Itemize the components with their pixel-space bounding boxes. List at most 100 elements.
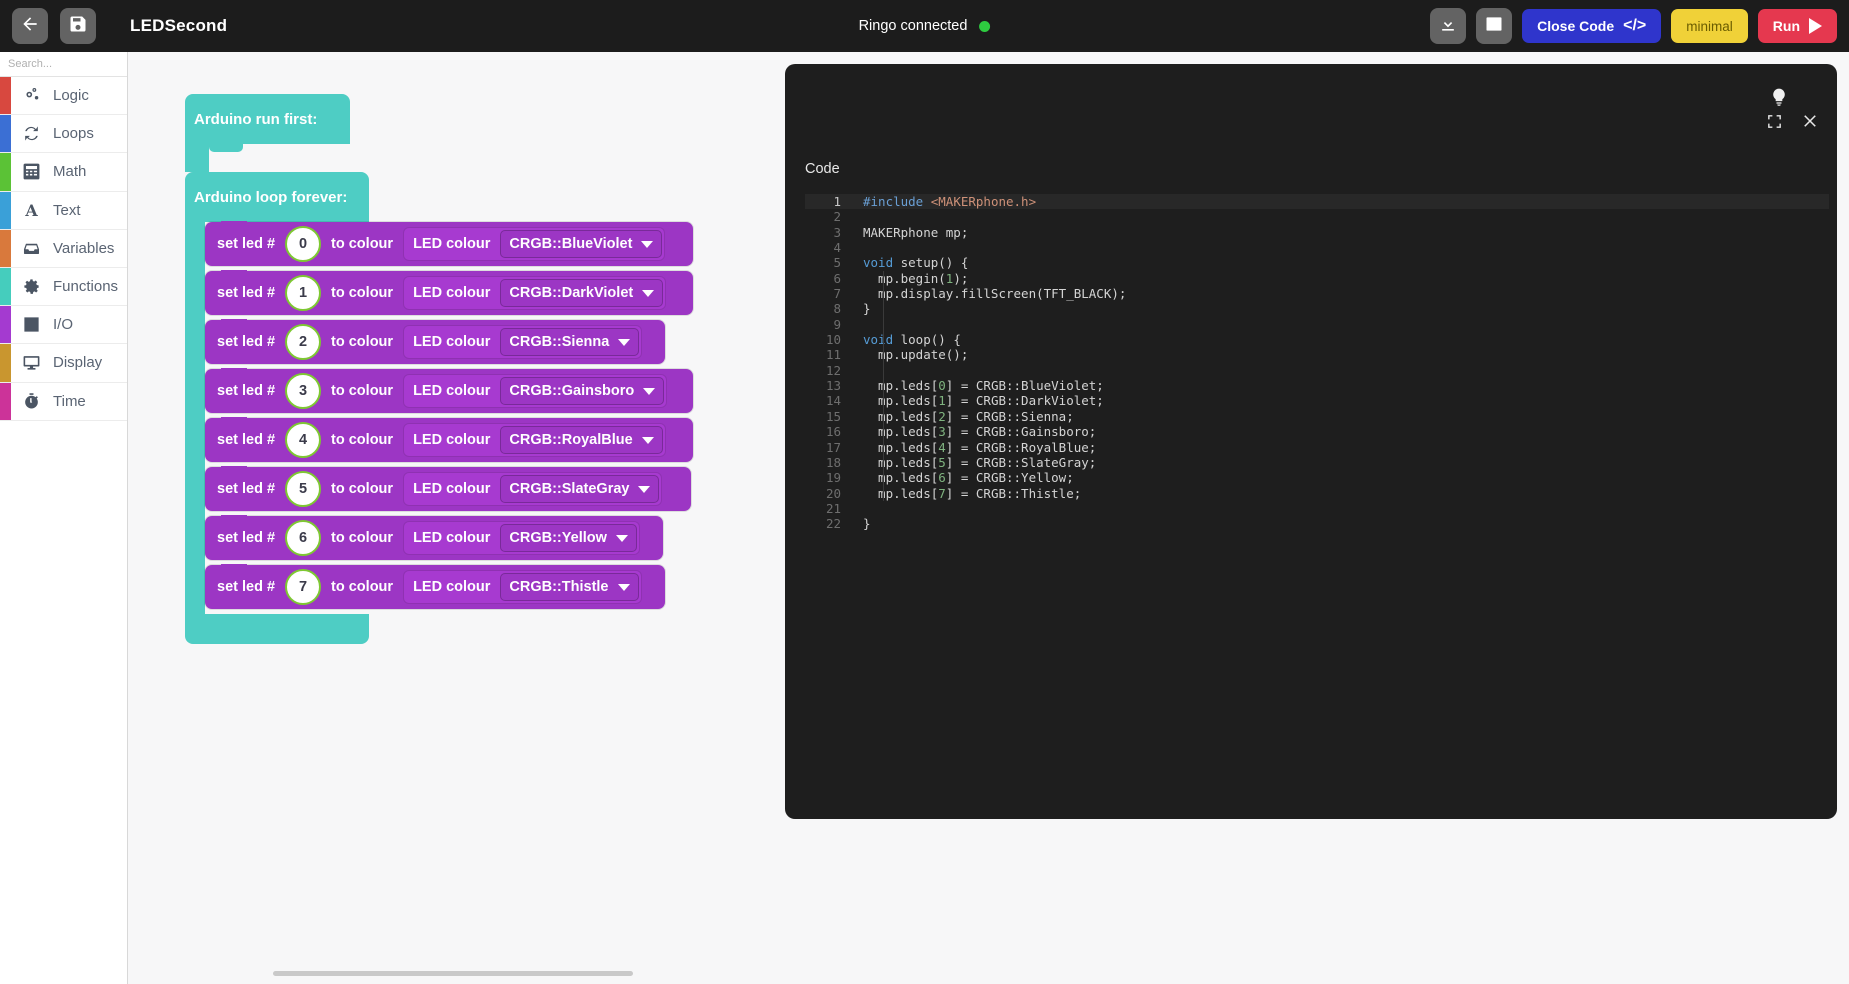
statement-list: set led #0 to colour LED colour CRGB::BlueV… bbox=[205, 221, 693, 614]
code-editor[interactable]: 1 #include <MAKERphone.h> 2 3 MAKERphone mp;… bbox=[805, 194, 1829, 811]
led-colour-label: LED colour bbox=[413, 383, 491, 399]
sidebar-item-label: Loops bbox=[53, 125, 94, 143]
inbox-icon bbox=[20, 239, 42, 258]
arduino-setup-block-header[interactable]: Arduino run first: bbox=[185, 94, 350, 144]
sidebar-item-functions[interactable]: Functions bbox=[0, 267, 127, 307]
code-line[interactable]: 17 mp.leds[4] = CRGB::RoyalBlue; bbox=[805, 440, 1829, 455]
led-colour-value-block[interactable]: LED colour CRGB::DarkViolet bbox=[403, 276, 667, 310]
led-index-field[interactable]: 2 bbox=[285, 324, 322, 360]
download-button[interactable] bbox=[1430, 8, 1467, 44]
close-code-button[interactable]: Close Code </> bbox=[1522, 9, 1662, 43]
led-colour-label: LED colour bbox=[413, 481, 491, 497]
arduino-loop-block-header[interactable]: Arduino loop forever: bbox=[185, 172, 369, 222]
run-button[interactable]: Run bbox=[1757, 9, 1837, 43]
led-index-field[interactable]: 5 bbox=[285, 471, 322, 507]
code-line[interactable]: 20 mp.leds[7] = CRGB::Thistle; bbox=[805, 486, 1829, 501]
led-colour-value-block[interactable]: LED colour CRGB::SlateGray bbox=[403, 472, 663, 506]
set-led-colour-block[interactable]: set led # 6 to colour LED colour CRGB::Yello… bbox=[205, 515, 663, 560]
code-line[interactable]: 18 mp.leds[5] = CRGB::SlateGray; bbox=[805, 455, 1829, 470]
chevron-down-icon bbox=[618, 338, 631, 346]
canvas-horizontal-scrollbar[interactable] bbox=[273, 971, 633, 976]
set-led-colour-block[interactable]: set led # 7 to colour LED colour CRGB::Thist… bbox=[205, 564, 665, 609]
sidebar-item-display[interactable]: Display bbox=[0, 344, 127, 383]
sidebar-item-time[interactable]: Time bbox=[0, 382, 127, 421]
code-line[interactable]: 7 mp.display.fillScreen(TFT_BLACK); bbox=[805, 286, 1829, 301]
code-line[interactable]: 2 bbox=[805, 209, 1829, 224]
led-colour-value-block[interactable]: LED colour CRGB::RoyalBlue bbox=[403, 423, 666, 457]
code-line[interactable]: 1 #include <MAKERphone.h> bbox=[805, 194, 1829, 210]
set-led-colour-block[interactable]: set led # 0 to colour LED colour CRGB::BlueV… bbox=[205, 221, 693, 266]
set-led-colour-block[interactable]: set led # 4 to colour LED colour CRGB::Royal… bbox=[205, 417, 693, 462]
colour-dropdown[interactable]: CRGB::BlueViolet bbox=[500, 230, 663, 258]
code-line[interactable]: 8} bbox=[805, 301, 1829, 316]
block-stack[interactable]: Arduino run first: Arduino loop forever:… bbox=[185, 94, 693, 644]
code-line[interactable]: 15 mp.leds[2] = CRGB::Sienna; bbox=[805, 409, 1829, 424]
led-index-field[interactable]: 0 bbox=[285, 226, 322, 262]
set-led-colour-block[interactable]: set led # 3 to colour LED colour CRGB::Gains… bbox=[205, 368, 693, 413]
fullscreen-icon[interactable] bbox=[1766, 113, 1783, 130]
led-colour-value-block[interactable]: LED colour CRGB::Yellow bbox=[403, 521, 640, 555]
bottom-panel-toggle-button[interactable] bbox=[1476, 8, 1513, 44]
code-panel-title: Code bbox=[805, 161, 840, 177]
code-panel: Code 1 #include <MAKERphone.h> 2 3 MAKERphon… bbox=[785, 64, 1837, 819]
code-line[interactable]: 3 MAKERphone mp; bbox=[805, 225, 1829, 240]
led-index-field[interactable]: 3 bbox=[285, 373, 322, 409]
sidebar-item-variables[interactable]: Variables bbox=[0, 229, 127, 268]
code-chevrons-icon: </> bbox=[1623, 17, 1647, 34]
colour-dropdown[interactable]: CRGB::Yellow bbox=[500, 524, 637, 552]
search-row[interactable] bbox=[0, 52, 162, 77]
code-line[interactable]: 4 bbox=[805, 240, 1829, 255]
colour-dropdown[interactable]: CRGB::SlateGray bbox=[500, 475, 660, 503]
set-led-colour-block[interactable]: set led # 1 to colour LED colour CRGB::DarkV… bbox=[205, 270, 693, 315]
code-line[interactable]: 22} bbox=[805, 516, 1829, 531]
colour-dropdown[interactable]: CRGB::DarkViolet bbox=[500, 279, 664, 307]
led-index-field[interactable]: 7 bbox=[285, 569, 322, 605]
lightbulb-icon[interactable] bbox=[1769, 86, 1789, 114]
back-button[interactable] bbox=[12, 8, 48, 44]
code-line[interactable]: 19 mp.leds[6] = CRGB::Yellow; bbox=[805, 470, 1829, 485]
code-line[interactable]: 14 mp.leds[1] = CRGB::DarkViolet; bbox=[805, 393, 1829, 408]
code-line[interactable]: 9 bbox=[805, 317, 1829, 332]
led-colour-value-block[interactable]: LED colour CRGB::Gainsboro bbox=[403, 374, 668, 408]
category-color-strip bbox=[0, 77, 11, 115]
colour-dropdown[interactable]: CRGB::Sienna bbox=[500, 328, 640, 356]
minimal-button[interactable]: minimal bbox=[1671, 9, 1748, 43]
code-line[interactable]: 13 mp.leds[0] = CRGB::BlueViolet; bbox=[805, 378, 1829, 393]
code-line[interactable]: 5 void setup() { bbox=[805, 255, 1829, 270]
category-color-strip bbox=[0, 306, 11, 344]
code-line-text: mp.leds[4] = CRGB::RoyalBlue; bbox=[863, 439, 1097, 455]
close-icon[interactable] bbox=[1801, 112, 1819, 130]
code-line[interactable]: 16 mp.leds[3] = CRGB::Gainsboro; bbox=[805, 424, 1829, 439]
colour-dropdown[interactable]: CRGB::Thistle bbox=[500, 573, 639, 601]
code-line[interactable]: 21 bbox=[805, 501, 1829, 516]
set-led-colour-block[interactable]: set led # 5 to colour LED colour CRGB::Slate… bbox=[205, 466, 691, 511]
led-index-field[interactable]: 4 bbox=[285, 422, 322, 458]
category-color-strip bbox=[0, 344, 11, 382]
led-index-field[interactable]: 1 bbox=[285, 275, 322, 311]
code-line[interactable]: 10 void loop() { bbox=[805, 332, 1829, 347]
save-button[interactable] bbox=[60, 8, 96, 44]
line-number: 9 bbox=[833, 316, 841, 332]
led-colour-value-block[interactable]: LED colour CRGB::Sienna bbox=[403, 325, 643, 359]
set-led-colour-block[interactable]: set led # 2 to colour LED colour CRGB::Sienn… bbox=[205, 319, 665, 364]
code-line-text: void setup() { bbox=[863, 255, 969, 271]
colour-dropdown[interactable]: CRGB::RoyalBlue bbox=[500, 426, 663, 454]
code-line[interactable]: 11 mp.update(); bbox=[805, 347, 1829, 362]
to-colour-label: to colour bbox=[331, 285, 394, 301]
led-index-field[interactable]: 6 bbox=[285, 520, 322, 556]
code-line[interactable]: 12 bbox=[805, 363, 1829, 378]
led-colour-value-block[interactable]: LED colour CRGB::BlueViolet bbox=[403, 227, 666, 261]
sidebar-item-text[interactable]: A Text bbox=[0, 191, 127, 230]
sidebar-item-logic[interactable]: Logic bbox=[0, 77, 127, 116]
minimal-label: minimal bbox=[1686, 18, 1733, 34]
line-number: 3 bbox=[833, 224, 841, 240]
colour-dropdown[interactable]: CRGB::Gainsboro bbox=[500, 377, 665, 405]
arduino-loop-block[interactable]: Arduino loop forever: set led # 0 to colou… bbox=[185, 172, 693, 644]
play-icon bbox=[1809, 18, 1822, 34]
sidebar-item-io[interactable]: I/O bbox=[0, 306, 127, 345]
sidebar-item-math[interactable]: Math bbox=[0, 153, 127, 192]
led-colour-value-block[interactable]: LED colour CRGB::Thistle bbox=[403, 570, 642, 604]
arduino-setup-block[interactable]: Arduino run first: bbox=[185, 94, 693, 172]
sidebar-item-loops[interactable]: Loops bbox=[0, 115, 127, 154]
code-line[interactable]: 6 mp.begin(1); bbox=[805, 271, 1829, 286]
